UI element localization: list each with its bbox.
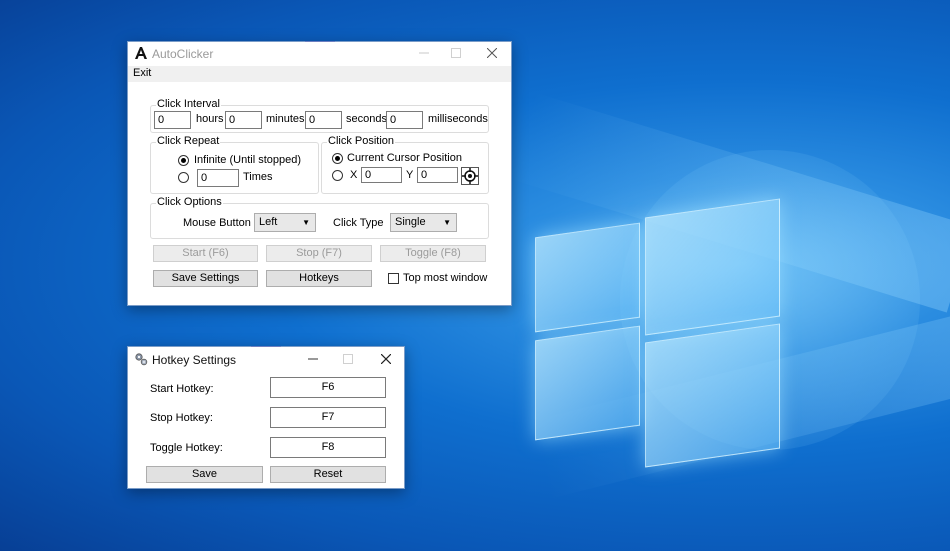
top-most-label: Top most window xyxy=(403,272,488,284)
maximize-icon xyxy=(343,354,353,364)
group-title: Click Repeat xyxy=(156,135,221,147)
hours-label: hours xyxy=(196,113,224,125)
milliseconds-label: milliseconds xyxy=(428,113,488,125)
x-input[interactable]: 0 xyxy=(361,167,402,183)
title-bar[interactable]: Hotkey Settings xyxy=(128,347,404,373)
start-hotkey-input[interactable]: F6 xyxy=(270,377,386,398)
chevron-down-icon: ▼ xyxy=(443,218,451,227)
start-hotkey-label: Start Hotkey: xyxy=(150,383,214,395)
toggle-button[interactable]: Toggle (F8) xyxy=(380,245,486,262)
minimize-icon xyxy=(308,358,318,360)
save-settings-button[interactable]: Save Settings xyxy=(153,270,258,287)
hotkey-reset-button[interactable]: Reset xyxy=(270,466,386,483)
stop-hotkey-label: Stop Hotkey: xyxy=(150,412,213,424)
minimize-button[interactable] xyxy=(295,348,331,372)
minutes-label: minutes xyxy=(266,113,305,125)
infinite-label: Infinite (Until stopped) xyxy=(194,154,301,166)
custom-position-radio[interactable] xyxy=(332,170,343,181)
seconds-input[interactable]: 0 xyxy=(305,111,342,129)
gears-icon xyxy=(135,353,148,366)
x-label: X xyxy=(350,169,358,181)
window-title: Hotkey Settings xyxy=(152,353,237,367)
current-cursor-radio[interactable] xyxy=(332,153,343,164)
current-cursor-label: Current Cursor Position xyxy=(347,152,462,164)
pick-position-button[interactable] xyxy=(461,167,479,185)
title-bar[interactable]: AutoClicker xyxy=(128,42,511,66)
hotkey-save-button[interactable]: Save xyxy=(146,466,263,483)
menu-exit[interactable]: Exit xyxy=(133,67,151,79)
infinite-radio[interactable] xyxy=(178,155,189,166)
app-icon xyxy=(134,46,148,60)
click-type-select[interactable]: Single ▼ xyxy=(390,213,457,232)
maximize-icon xyxy=(451,48,461,58)
maximize-button[interactable] xyxy=(438,42,474,66)
minutes-input[interactable]: 0 xyxy=(225,111,262,129)
group-title: Click Options xyxy=(156,196,223,208)
chevron-down-icon: ▼ xyxy=(302,218,310,227)
crosshair-icon xyxy=(462,168,478,184)
stop-hotkey-input[interactable]: F7 xyxy=(270,407,386,428)
group-title: Click Interval xyxy=(156,98,221,110)
close-button[interactable] xyxy=(368,348,404,372)
click-type-value: Single xyxy=(395,216,426,228)
top-most-checkbox[interactable] xyxy=(388,273,399,284)
minimize-icon xyxy=(419,52,429,54)
group-title: Click Position xyxy=(327,135,396,147)
menu-bar: Exit xyxy=(128,66,511,82)
stop-button[interactable]: Stop (F7) xyxy=(266,245,372,262)
windows-logo xyxy=(530,198,785,468)
y-label: Y xyxy=(406,169,414,181)
y-input[interactable]: 0 xyxy=(417,167,458,183)
minimize-button[interactable] xyxy=(406,42,442,66)
mouse-button-value: Left xyxy=(259,216,278,228)
times-label: Times xyxy=(243,171,273,183)
close-icon xyxy=(380,353,392,365)
start-button[interactable]: Start (F6) xyxy=(153,245,258,262)
hotkey-settings-window: Hotkey Settings Start Hotkey: F6 Stop Ho… xyxy=(127,346,405,489)
repeat-times-radio[interactable] xyxy=(178,172,189,183)
autoclicker-window: AutoClicker Exit Click Interval 0 hours … xyxy=(127,41,512,306)
milliseconds-input[interactable]: 0 xyxy=(386,111,423,129)
window-title: AutoClicker xyxy=(152,47,214,61)
seconds-label: seconds xyxy=(346,113,387,125)
click-type-label: Click Type xyxy=(333,217,384,229)
close-button[interactable] xyxy=(474,42,510,66)
maximize-button[interactable] xyxy=(330,348,366,372)
mouse-button-select[interactable]: Left ▼ xyxy=(254,213,316,232)
toggle-hotkey-label: Toggle Hotkey: xyxy=(150,442,223,454)
close-icon xyxy=(486,47,498,59)
toggle-hotkey-input[interactable]: F8 xyxy=(270,437,386,458)
hours-input[interactable]: 0 xyxy=(154,111,191,129)
repeat-times-input[interactable]: 0 xyxy=(197,169,239,187)
mouse-button-label: Mouse Button xyxy=(183,217,251,229)
hotkeys-button[interactable]: Hotkeys xyxy=(266,270,372,287)
